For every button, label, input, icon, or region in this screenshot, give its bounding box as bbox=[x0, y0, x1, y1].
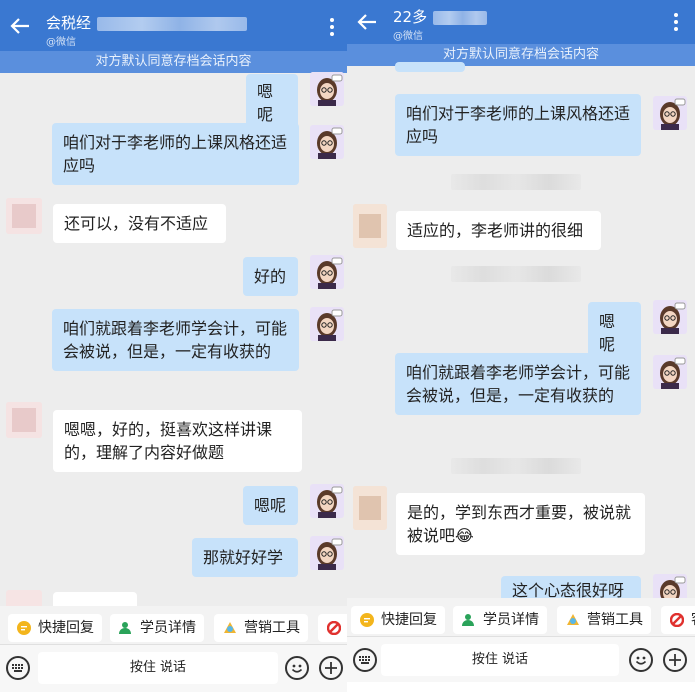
input-bar: 按住 说话 bbox=[347, 636, 695, 682]
teacher-avatar[interactable] bbox=[653, 355, 687, 389]
teacher-avatar[interactable] bbox=[653, 300, 687, 334]
message-bubble-received[interactable]: 还可以，没有不适应 bbox=[53, 204, 226, 243]
hold-to-talk-button[interactable]: 按住 说话 bbox=[38, 652, 278, 684]
message-bubble-sent[interactable]: 嗯呢 bbox=[243, 486, 298, 525]
chat-title-text: 22多 bbox=[393, 8, 428, 26]
student-details-label: 学员详情 bbox=[140, 620, 196, 636]
quick-reply-label: 快捷回复 bbox=[381, 612, 437, 628]
quick-reply-icon bbox=[360, 613, 374, 627]
customer-tool-label: 客 bbox=[691, 612, 695, 628]
plus-icon[interactable] bbox=[319, 656, 343, 680]
chat-pane-left: 会税经 @微信 对方默认同意存档会话内容 嗯呢 咱们对于李老师的上课风格还适应吗… bbox=[0, 0, 347, 692]
chat-title-text: 会税经 bbox=[46, 14, 92, 32]
marketing-tools-button[interactable]: 营销工具 bbox=[557, 606, 651, 634]
teacher-avatar[interactable] bbox=[310, 255, 344, 289]
back-arrow-icon[interactable] bbox=[10, 18, 30, 34]
teacher-avatar[interactable] bbox=[310, 72, 344, 106]
chat-pane-right: 22多 @微信 对方默认同意存档会话内容 咱们对于李老师的上课风格还适应吗 适应… bbox=[347, 0, 695, 692]
emoji-icon[interactable] bbox=[629, 648, 653, 672]
message-bubble-sent[interactable]: 咱们对于李老师的上课风格还适应吗 bbox=[52, 123, 299, 185]
plus-icon[interactable] bbox=[663, 648, 687, 672]
timestamp-redacted bbox=[451, 266, 581, 282]
redacted-name bbox=[433, 10, 488, 25]
input-bar: 按住 说话 bbox=[0, 644, 347, 692]
red-tool-icon bbox=[670, 613, 684, 627]
emoji-icon[interactable] bbox=[285, 656, 309, 680]
quick-reply-button[interactable]: 快捷回复 bbox=[8, 614, 102, 642]
student-avatar[interactable] bbox=[353, 204, 387, 248]
marketing-icon bbox=[567, 614, 579, 625]
customer-tool-button[interactable]: 客 bbox=[661, 606, 695, 634]
message-bubble-sent[interactable]: 咱们对于李老师的上课风格还适应吗 bbox=[395, 94, 641, 156]
chat-subtitle: @微信 bbox=[393, 31, 423, 42]
student-avatar[interactable] bbox=[6, 198, 42, 234]
message-bubble-sent[interactable]: 咱们就跟着李老师学会计，可能会被说，但是，一定有收获的 bbox=[52, 309, 299, 371]
archive-notice: 对方默认同意存档会话内容 bbox=[0, 51, 347, 73]
message-bubble-sent[interactable]: 咱们就跟着李老师学会计，可能会被说，但是，一定有收获的 bbox=[395, 353, 641, 415]
quick-reply-button[interactable]: 快捷回复 bbox=[351, 606, 445, 634]
message-bubble-received[interactable]: 是的，学到东西才重要，被说就被说吧😂 bbox=[396, 493, 645, 555]
more-tools-button[interactable] bbox=[318, 614, 347, 642]
red-tool-icon bbox=[327, 621, 341, 635]
quick-reply-label: 快捷回复 bbox=[38, 620, 94, 636]
marketing-tools-label: 营销工具 bbox=[587, 612, 643, 628]
teacher-avatar[interactable] bbox=[310, 484, 344, 518]
keyboard-icon[interactable] bbox=[353, 648, 377, 672]
message-bubble-sent[interactable]: 那就好好学 bbox=[192, 538, 298, 577]
chat-header: 会税经 @微信 bbox=[0, 0, 347, 54]
student-details-label: 学员详情 bbox=[483, 612, 539, 628]
student-avatar[interactable] bbox=[6, 402, 42, 438]
message-bubble-received[interactable]: 适应的，李老师讲的很细 bbox=[396, 211, 601, 250]
timestamp-redacted bbox=[451, 174, 581, 190]
timestamp-redacted bbox=[451, 458, 581, 474]
teacher-avatar[interactable] bbox=[310, 307, 344, 341]
chat-header: 22多 @微信 bbox=[347, 0, 695, 46]
chat-title: 22多 bbox=[393, 6, 488, 27]
marketing-tools-label: 营销工具 bbox=[244, 620, 300, 636]
message-bubble-sent-partial bbox=[395, 62, 465, 72]
more-vertical-icon[interactable] bbox=[673, 13, 679, 33]
student-avatar[interactable] bbox=[353, 486, 387, 530]
student-icon bbox=[462, 614, 474, 626]
teacher-avatar[interactable] bbox=[310, 125, 344, 159]
teacher-avatar[interactable] bbox=[653, 96, 687, 130]
keyboard-icon[interactable] bbox=[6, 656, 30, 680]
more-vertical-icon[interactable] bbox=[329, 18, 335, 38]
marketing-tools-button[interactable]: 营销工具 bbox=[214, 614, 308, 642]
message-bubble-received[interactable]: 嗯嗯，好的，挺喜欢这样讲课的，理解了内容好做题 bbox=[53, 410, 302, 472]
back-arrow-icon[interactable] bbox=[357, 14, 377, 30]
marketing-icon bbox=[224, 622, 236, 633]
student-details-button[interactable]: 学员详情 bbox=[110, 614, 204, 642]
bottom-edge bbox=[347, 682, 695, 692]
hold-to-talk-button[interactable]: 按住 说话 bbox=[381, 644, 619, 676]
student-details-button[interactable]: 学员详情 bbox=[453, 606, 547, 634]
quick-reply-icon bbox=[17, 621, 31, 635]
student-icon bbox=[119, 622, 131, 634]
chat-title: 会税经 bbox=[46, 12, 248, 33]
message-bubble-sent[interactable]: 好的 bbox=[243, 257, 298, 296]
teacher-avatar[interactable] bbox=[310, 536, 344, 570]
redacted-name bbox=[97, 16, 248, 31]
chat-subtitle: @微信 bbox=[46, 37, 76, 48]
